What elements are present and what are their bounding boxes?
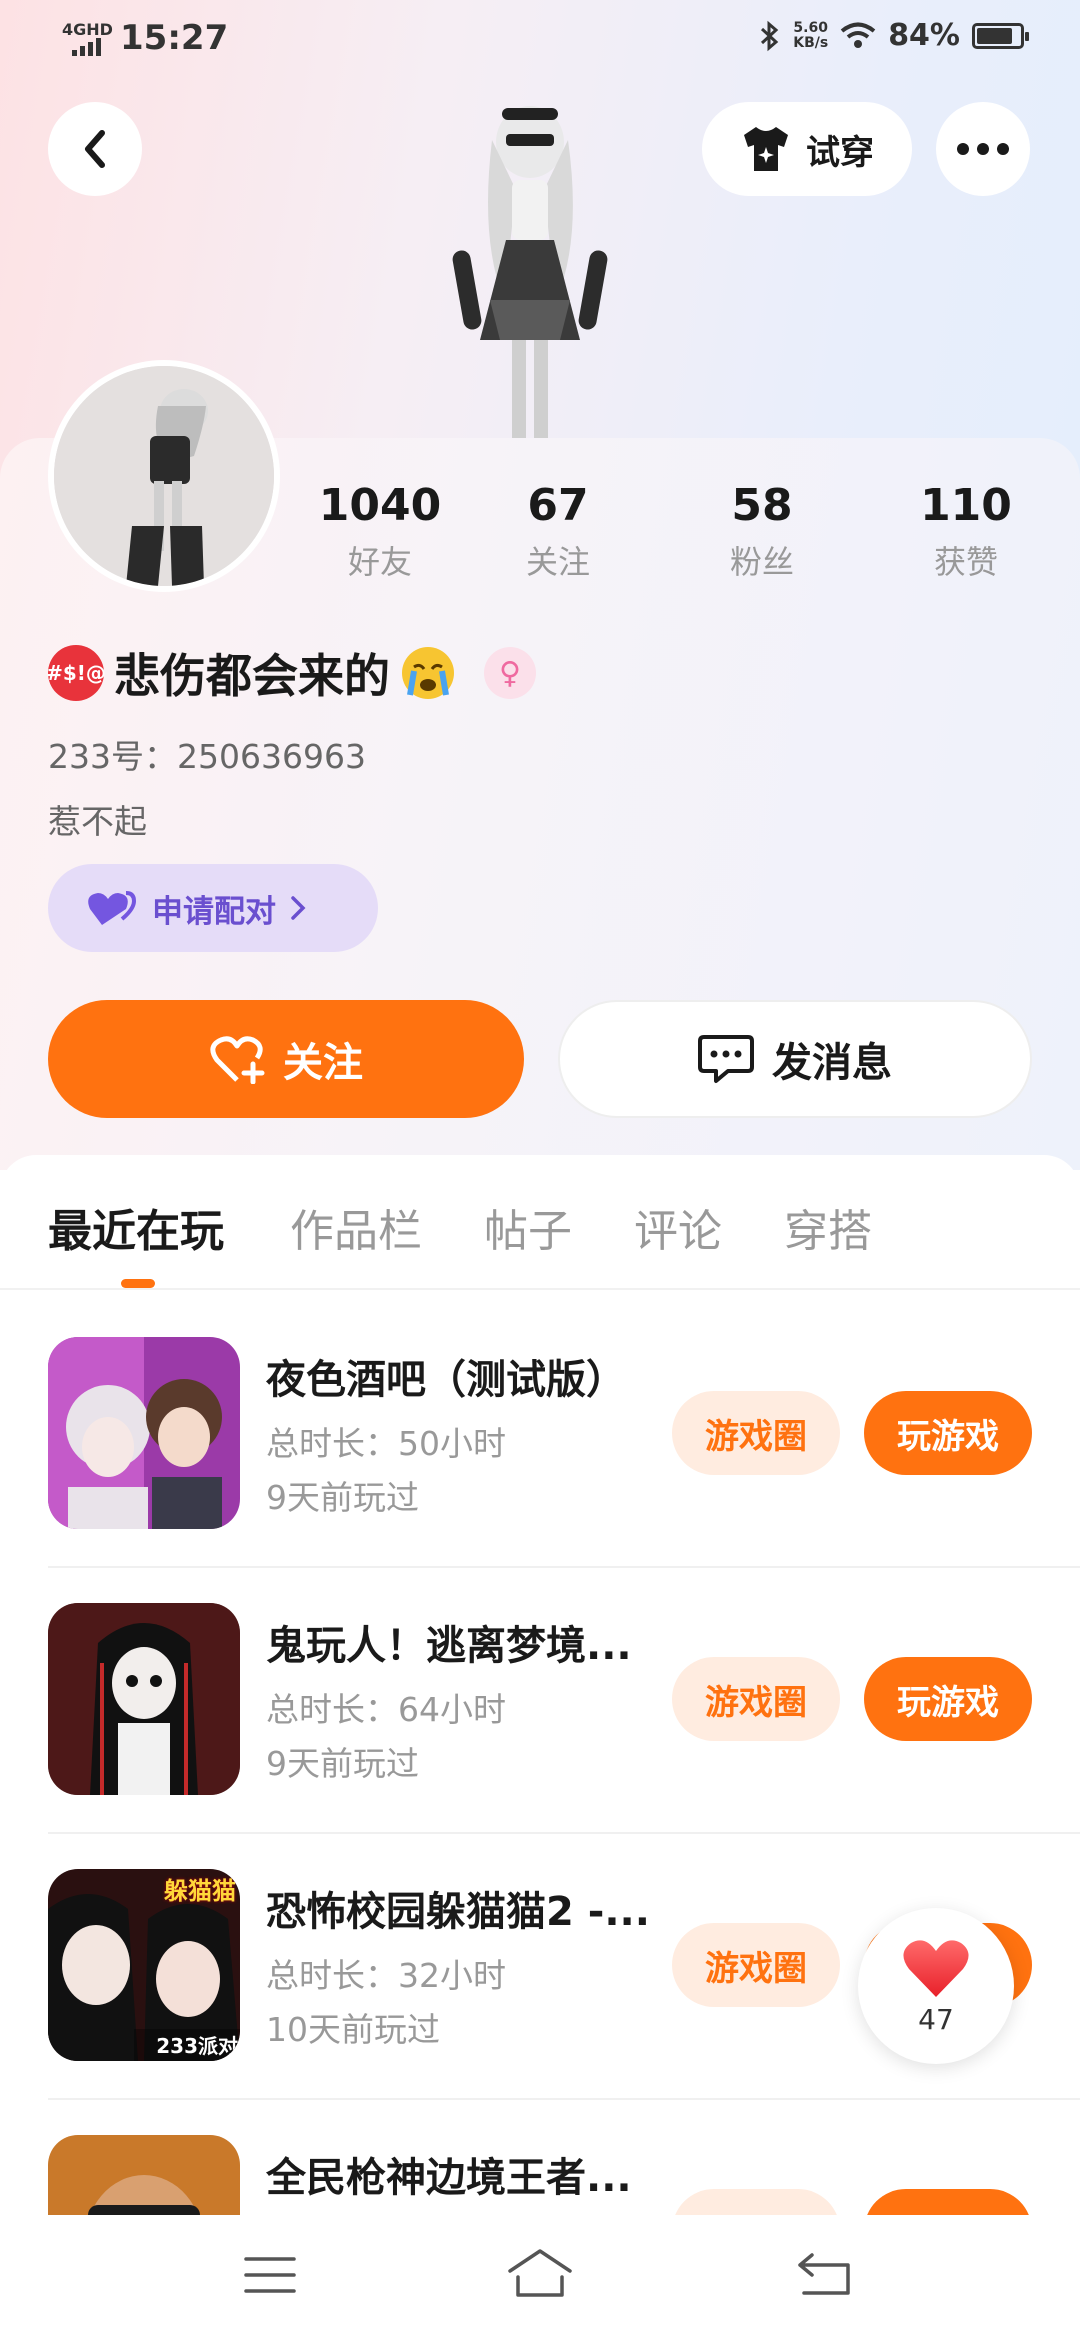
user-id: 233号：250636963 <box>48 737 366 776</box>
row-divider <box>48 1832 1080 1834</box>
tshirt-icon <box>744 127 788 171</box>
stat-fans[interactable]: 58 粉丝 <box>682 480 842 583</box>
stat-friends[interactable]: 1040 好友 <box>300 480 460 583</box>
game-duration: 总时长：50小时 <box>266 1424 506 1463</box>
game-circle-button[interactable]: 游戏圈 <box>672 1923 840 2007</box>
game-title: 鬼玩人！逃离梦境... <box>266 1623 632 1669</box>
profile-avatar[interactable] <box>48 360 280 592</box>
avatar-3d-figure <box>452 106 608 440</box>
game-item[interactable]: 全民枪神边境王者... <box>48 2135 1080 2215</box>
back-button[interactable] <box>48 102 142 196</box>
menu-icon[interactable] <box>244 2255 296 2295</box>
follow-label: 关注 <box>283 1040 363 1086</box>
game-icon <box>48 2135 240 2215</box>
tab-outfits[interactable]: 穿搭 <box>784 1195 872 1259</box>
play-game-button[interactable] <box>864 2189 1032 2215</box>
female-gender-icon: ♀ <box>484 647 536 699</box>
stat-label: 关注 <box>525 543 590 581</box>
tab-indicator <box>121 1279 155 1288</box>
follow-button[interactable]: 关注 <box>48 1000 524 1118</box>
chevron-left-icon <box>85 130 105 168</box>
game-icon: 躲猫猫 233派对 <box>48 1869 240 2061</box>
status-bar: 4GHD 15:27 5.60 KB/s 84% <box>0 0 1080 80</box>
game-title: 恐怖校园躲猫猫2 -... <box>266 1889 650 1935</box>
game-circle-button[interactable]: 游戏圈 <box>672 1391 840 1475</box>
stat-likes[interactable]: 110 获赞 <box>886 480 1046 583</box>
request-pair-button[interactable]: 申请配对 <box>48 864 378 952</box>
game-icon <box>48 1603 240 1795</box>
wifi-icon <box>840 22 876 48</box>
floating-like-button[interactable]: 47 <box>858 1908 1014 2064</box>
try-on-label: 试穿 <box>806 132 874 173</box>
avatar-image <box>54 366 274 586</box>
heart-icon <box>903 1939 969 1997</box>
user-name: 悲伤都会来的 <box>114 649 390 703</box>
network-type: 4GHD <box>62 20 113 39</box>
game-duration: 总时长：32小时 <box>266 1956 506 1995</box>
emoji-text: #$!@ <box>46 661 106 685</box>
game-duration: 总时长：64小时 <box>266 1690 506 1729</box>
stat-number: 67 <box>527 480 589 531</box>
chat-bubble-icon <box>698 1035 754 1083</box>
tabs-divider <box>0 1288 1080 1290</box>
heart-plus-icon <box>210 1036 265 1084</box>
chevron-right-icon <box>291 896 306 920</box>
tab-recently-played[interactable]: 最近在玩 <box>48 1195 224 1259</box>
more-dots-icon <box>957 143 1009 155</box>
stat-number: 1040 <box>318 480 442 531</box>
crying-emoji-icon <box>402 647 454 699</box>
game-last-played: 9天前玩过 <box>266 1744 419 1783</box>
game-last-played: 9天前玩过 <box>266 1478 419 1517</box>
heart-pair-icon <box>88 891 137 925</box>
tab-comments[interactable]: 评论 <box>634 1195 722 1259</box>
stat-label: 好友 <box>347 543 412 581</box>
game-circle-button[interactable]: 游戏圈 <box>672 1657 840 1741</box>
battery-icon <box>972 22 1029 49</box>
user-name-row: #$!@ 悲伤都会来的 ♀ <box>46 640 536 706</box>
stat-number: 58 <box>731 480 793 531</box>
tab-posts[interactable]: 帖子 <box>484 1195 572 1259</box>
message-button[interactable]: 发消息 <box>558 1000 1032 1118</box>
clock: 15:27 <box>120 18 229 58</box>
game-icon-badge-bottom: 233派对 <box>156 2034 238 2058</box>
row-divider <box>48 2098 1080 2100</box>
play-game-button[interactable]: 玩游戏 <box>864 1391 1032 1475</box>
stat-label: 粉丝 <box>729 543 794 581</box>
battery-percent: 84% <box>888 18 960 53</box>
message-label: 发消息 <box>772 1040 892 1086</box>
game-last-played: 10天前玩过 <box>266 2010 440 2049</box>
game-circle-button[interactable] <box>672 2189 840 2215</box>
game-item[interactable]: 夜色酒吧（测试版） 总时长：50小时 9天前玩过 游戏圈 玩游戏 <box>48 1337 1080 1603</box>
request-pair-label: 申请配对 <box>152 893 276 930</box>
tab-works[interactable]: 作品栏 <box>290 1195 422 1259</box>
home-icon[interactable] <box>506 2247 574 2299</box>
network-speed: 5.60 KB/s <box>793 19 829 51</box>
row-divider <box>48 1566 1080 1568</box>
back-nav-icon[interactable] <box>796 2251 852 2297</box>
game-icon-badge-top: 躲猫猫 <box>164 1877 236 1905</box>
stat-following[interactable]: 67 关注 <box>478 480 638 583</box>
angry-emoji-icon: #$!@ <box>46 645 106 701</box>
try-on-button[interactable]: 试穿 <box>702 102 912 196</box>
user-bio: 惹不起 <box>48 802 147 841</box>
stat-number: 110 <box>920 480 1012 531</box>
system-nav-bar <box>0 2215 1080 2340</box>
game-title: 全民枪神边境王者... <box>266 2155 632 2201</box>
stat-label: 获赞 <box>933 543 998 581</box>
bluetooth-icon <box>761 20 779 51</box>
game-icon <box>48 1337 240 1529</box>
game-item[interactable]: 鬼玩人！逃离梦境... 总时长：64小时 9天前玩过 游戏圈 玩游戏 <box>48 1603 1080 1869</box>
more-button[interactable] <box>936 102 1030 196</box>
like-count: 47 <box>918 2002 954 2036</box>
signal-icon <box>72 38 101 56</box>
play-game-button[interactable]: 玩游戏 <box>864 1657 1032 1741</box>
game-title: 夜色酒吧（测试版） <box>266 1357 626 1403</box>
